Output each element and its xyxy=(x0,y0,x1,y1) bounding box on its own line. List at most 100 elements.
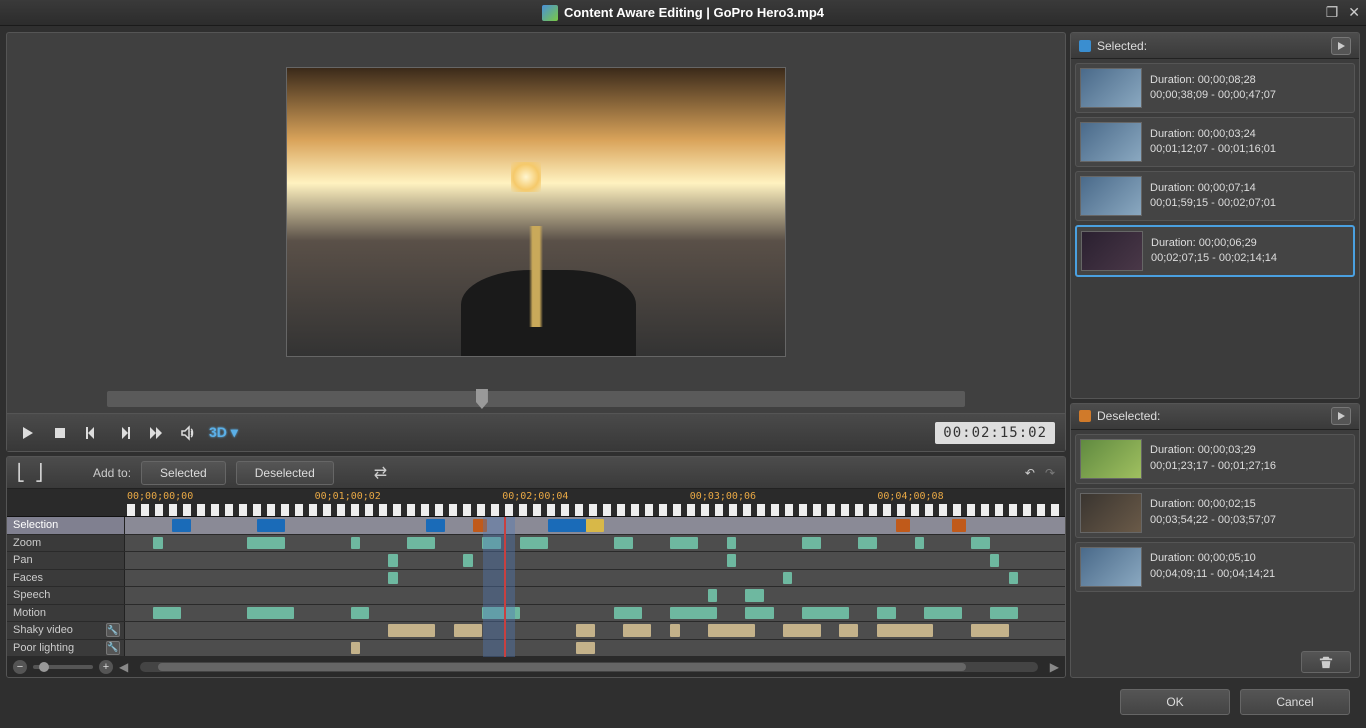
add-selected-button[interactable]: Selected xyxy=(141,461,226,485)
clip-item[interactable]: Duration: 00;00;02;1500;03;54;22 - 00;03… xyxy=(1075,488,1355,538)
swap-icon[interactable]: ⇄ xyxy=(374,463,387,483)
track-content[interactable] xyxy=(125,587,1065,604)
clip[interactable] xyxy=(153,537,162,550)
clip[interactable] xyxy=(839,624,858,637)
preview-scrubber[interactable] xyxy=(107,391,965,407)
clip[interactable] xyxy=(708,624,755,637)
clip[interactable] xyxy=(614,537,633,550)
restore-icon[interactable]: ❐ xyxy=(1326,4,1339,21)
clip[interactable] xyxy=(520,537,548,550)
prev-frame-button[interactable] xyxy=(81,422,103,444)
clip[interactable] xyxy=(247,607,294,620)
clip[interactable] xyxy=(351,642,360,655)
undo-icon[interactable]: ↶ xyxy=(1025,466,1035,480)
clip[interactable] xyxy=(454,624,482,637)
clip[interactable] xyxy=(783,624,821,637)
clip[interactable] xyxy=(426,519,445,532)
clip-item[interactable]: Duration: 00;00;03;2400;01;12;07 - 00;01… xyxy=(1075,117,1355,167)
zoom-in-button[interactable]: + xyxy=(99,660,113,674)
clip[interactable] xyxy=(915,537,924,550)
clip[interactable] xyxy=(670,607,717,620)
clip[interactable] xyxy=(877,607,896,620)
wrench-icon[interactable]: 🔧 xyxy=(106,623,120,637)
volume-button[interactable] xyxy=(177,422,199,444)
timeline-ruler[interactable]: 00;00;00;0000;01;00;0200;02;00;0400;03;0… xyxy=(7,489,1065,517)
clip[interactable] xyxy=(614,607,642,620)
clip-item[interactable]: Duration: 00;00;03;2900;01;23;17 - 00;01… xyxy=(1075,434,1355,484)
cancel-button[interactable]: Cancel xyxy=(1240,689,1350,715)
timeline-hscroll[interactable] xyxy=(140,662,1038,672)
clip[interactable] xyxy=(388,554,397,567)
mark-in-icon[interactable]: ⎣ xyxy=(17,463,25,483)
clip[interactable] xyxy=(351,537,360,550)
track-content[interactable] xyxy=(125,570,1065,587)
clip[interactable] xyxy=(388,624,435,637)
track-content[interactable] xyxy=(125,517,1065,534)
zoom-out-button[interactable]: − xyxy=(13,660,27,674)
play-button[interactable] xyxy=(17,422,39,444)
clip[interactable] xyxy=(257,519,285,532)
clip[interactable] xyxy=(802,607,849,620)
clip[interactable] xyxy=(924,607,962,620)
selected-play-button[interactable] xyxy=(1331,37,1351,55)
track-content[interactable] xyxy=(125,552,1065,569)
selected-panel: Selected: Duration: 00;00;08;2800;00;38;… xyxy=(1070,32,1360,399)
clip[interactable] xyxy=(727,537,736,550)
3d-button[interactable]: 3D ▾ xyxy=(209,424,238,441)
clip[interactable] xyxy=(745,607,773,620)
clip[interactable] xyxy=(708,589,717,602)
clip[interactable] xyxy=(990,607,1018,620)
clip[interactable] xyxy=(990,554,999,567)
redo-icon[interactable]: ↷ xyxy=(1045,466,1055,480)
deselected-play-button[interactable] xyxy=(1331,407,1351,425)
clip[interactable] xyxy=(877,624,933,637)
clip-item[interactable]: Duration: 00;00;05;1000;04;09;11 - 00;04… xyxy=(1075,542,1355,592)
clip[interactable] xyxy=(896,519,910,532)
clip[interactable] xyxy=(407,537,435,550)
wrench-icon[interactable]: 🔧 xyxy=(106,641,120,655)
clip-item[interactable]: Duration: 00;00;06;2900;02;07;15 - 00;02… xyxy=(1075,225,1355,277)
ok-button[interactable]: OK xyxy=(1120,689,1230,715)
clip[interactable] xyxy=(952,519,966,532)
add-deselected-button[interactable]: Deselected xyxy=(236,461,334,485)
clip[interactable] xyxy=(670,537,698,550)
clip[interactable] xyxy=(971,624,1009,637)
clip[interactable] xyxy=(153,607,181,620)
clip-range: 00;02;07;15 - 00;02;14;14 xyxy=(1151,251,1277,266)
clip[interactable] xyxy=(172,519,191,532)
track-content[interactable] xyxy=(125,605,1065,622)
clip[interactable] xyxy=(388,572,397,585)
clip[interactable] xyxy=(576,642,595,655)
close-icon[interactable]: ✕ xyxy=(1348,4,1360,21)
next-frame-button[interactable] xyxy=(113,422,135,444)
clip[interactable] xyxy=(971,537,990,550)
scroll-left-icon[interactable]: ◀ xyxy=(119,660,128,674)
clip-item[interactable]: Duration: 00;00;07;1400;01;59;15 - 00;02… xyxy=(1075,171,1355,221)
zoom-slider[interactable] xyxy=(33,665,93,669)
clip[interactable] xyxy=(858,537,877,550)
clip[interactable] xyxy=(351,607,370,620)
delete-button[interactable] xyxy=(1301,651,1351,673)
scroll-right-icon[interactable]: ▶ xyxy=(1050,660,1059,674)
clip[interactable] xyxy=(727,554,736,567)
clip[interactable] xyxy=(586,519,605,532)
clip[interactable] xyxy=(548,519,586,532)
clip[interactable] xyxy=(623,624,651,637)
clip[interactable] xyxy=(247,537,285,550)
stop-button[interactable] xyxy=(49,422,71,444)
clip[interactable] xyxy=(576,624,595,637)
track-content[interactable] xyxy=(125,640,1065,657)
clip-item[interactable]: Duration: 00;00;08;2800;00;38;09 - 00;00… xyxy=(1075,63,1355,113)
track-content[interactable] xyxy=(125,535,1065,552)
clip[interactable] xyxy=(670,624,679,637)
track-content[interactable] xyxy=(125,622,1065,639)
clip[interactable] xyxy=(745,589,764,602)
clip[interactable] xyxy=(802,537,821,550)
clip[interactable] xyxy=(783,572,792,585)
clip[interactable] xyxy=(463,554,472,567)
clip-info: Duration: 00;00;03;2900;01;23;17 - 00;01… xyxy=(1150,439,1276,479)
mark-out-icon[interactable]: ⎦ xyxy=(35,463,43,483)
clip[interactable] xyxy=(1009,572,1018,585)
fast-forward-button[interactable] xyxy=(145,422,167,444)
scrubber-handle[interactable] xyxy=(476,389,488,409)
